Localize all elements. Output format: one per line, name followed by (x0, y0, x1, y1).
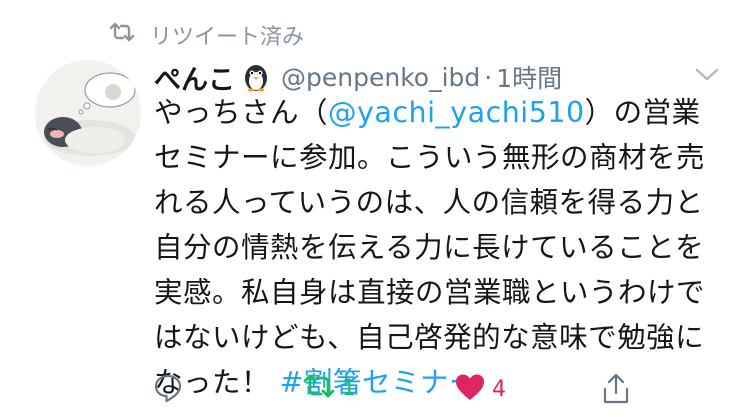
mention-link[interactable]: @yachi_yachi510 (328, 96, 585, 129)
tweet-text-after: ）の営業セミナーに参加。こういう無形の商材を売れる人っていうのは、人の信頼を得る… (154, 96, 706, 399)
penguin-icon (241, 62, 271, 92)
share-button[interactable] (600, 372, 632, 410)
retweet-banner: リツイート済み (108, 18, 304, 52)
reply-icon (152, 372, 184, 408)
retweet-icon (108, 21, 136, 49)
author-handle[interactable]: @penpenko_ibd (281, 63, 480, 92)
chevron-down-icon[interactable] (694, 64, 720, 84)
retweet-count: 1 (342, 375, 356, 401)
tweet-text: やっちさん（@yachi_yachi510）の営業セミナーに参加。こういう無形の… (154, 90, 722, 405)
retweet-button[interactable]: 1 (302, 372, 356, 404)
share-icon (600, 372, 632, 410)
retweet-icon (302, 372, 336, 404)
tweet-text-before: やっちさん（ (154, 96, 329, 129)
like-count: 4 (492, 376, 506, 402)
tweet-actions: 1 4 (152, 372, 632, 412)
retweet-banner-text: リツイート済み (150, 25, 305, 50)
like-button[interactable]: 4 (454, 372, 506, 406)
heart-icon (454, 372, 486, 406)
reply-button[interactable] (152, 372, 184, 408)
separator-dot: · (484, 62, 493, 92)
avatar[interactable] (35, 60, 141, 166)
